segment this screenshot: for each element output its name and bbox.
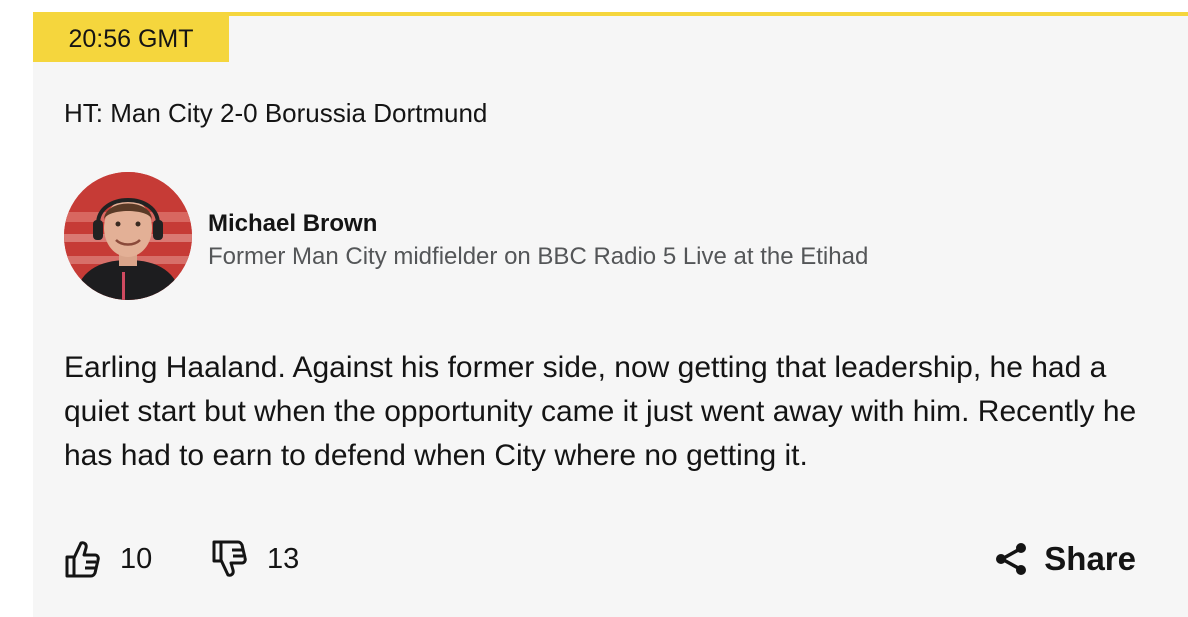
avatar-image	[64, 172, 192, 300]
share-label: Share	[1044, 540, 1136, 577]
thumbs-down-icon	[212, 540, 247, 577]
share-icon	[996, 543, 1027, 575]
live-post-card: 20:56 GMT HT: Man City 2-0 Borussia Dort…	[33, 12, 1188, 617]
like-button[interactable]: 10	[64, 536, 152, 582]
author-role: Former Man City midfielder on BBC Radio …	[208, 243, 869, 270]
like-count: 10	[120, 542, 153, 575]
share-button[interactable]: Share	[994, 536, 1136, 582]
dislike-count: 13	[267, 542, 300, 575]
timestamp-badge: 20:56 GMT	[33, 16, 229, 62]
avatar	[64, 172, 192, 300]
dislike-button[interactable]: 13	[211, 536, 299, 582]
post-body: Earling Haaland. Against his former side…	[64, 351, 1137, 472]
post-headline: HT: Man City 2-0 Borussia Dortmund	[64, 98, 488, 128]
author-name: Michael Brown	[208, 210, 378, 237]
thumbs-up-icon	[65, 541, 100, 578]
